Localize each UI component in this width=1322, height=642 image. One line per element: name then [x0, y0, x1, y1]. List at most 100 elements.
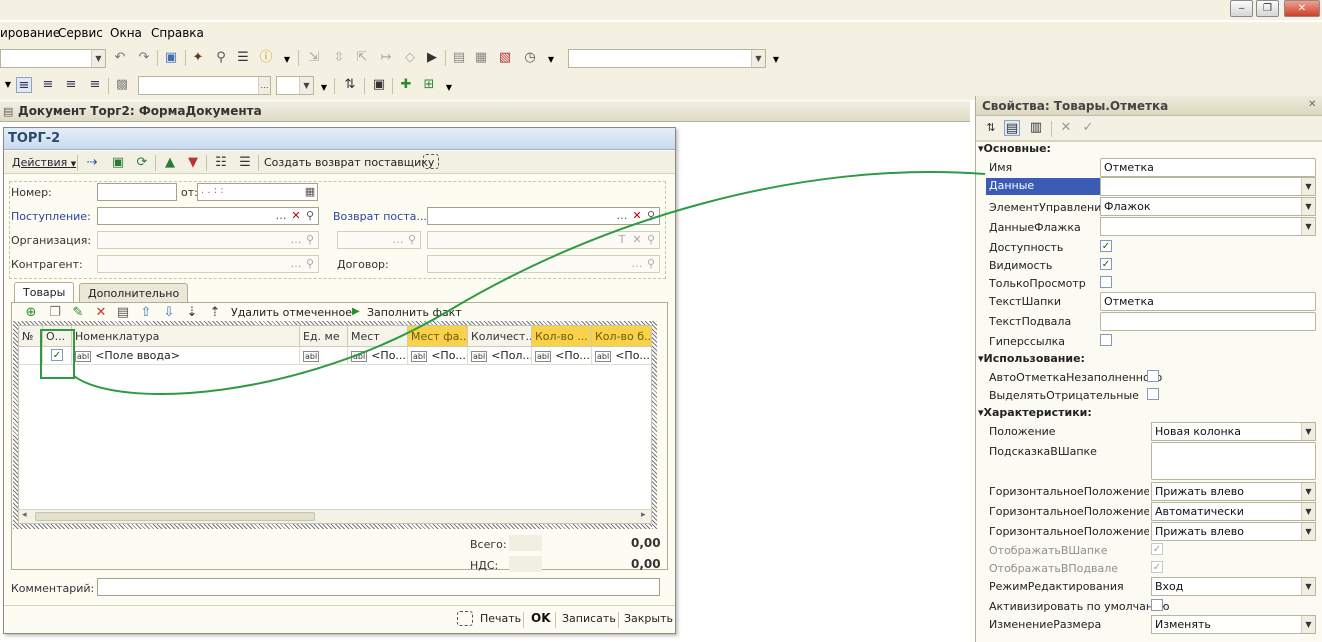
scroll-right-icon[interactable]: ▸ — [641, 510, 646, 520]
prop-control-select[interactable]: Флажок ▼ — [1100, 197, 1316, 216]
clear-icon[interactable]: ✕ — [630, 232, 644, 248]
organization-field[interactable]: … ⚲ — [97, 231, 319, 249]
prop-checkbox-data-select[interactable]: ▼ — [1100, 217, 1316, 236]
create-return-button[interactable]: Создать возврат поставщику — [264, 156, 434, 169]
scroll-left-icon[interactable]: ◂ — [22, 510, 27, 520]
report-icon[interactable]: ▦ — [473, 50, 489, 66]
goods-table[interactable]: № О... Номенклатура Ед. ме Мест Мест фа.… — [18, 325, 652, 524]
menu-item-help[interactable]: Справка — [151, 26, 204, 40]
form-icon[interactable]: ▣ — [371, 77, 387, 93]
list-icon[interactable]: ☰ — [235, 50, 251, 66]
table-cell[interactable]: abl <Поле ввода> — [72, 347, 300, 365]
table-cell[interactable]: abl <По... — [592, 347, 651, 365]
column-header-qty-fact[interactable]: Кол-во ... — [532, 326, 592, 347]
column-header-quantity[interactable]: Количест... — [468, 326, 532, 347]
select-icon[interactable]: … — [615, 208, 629, 224]
fill-fact-button[interactable]: Заполнить факт — [367, 306, 462, 319]
prop-activate-default-checkbox[interactable] — [1151, 599, 1163, 611]
prop-visible-checkbox[interactable]: ✓ — [1100, 258, 1112, 270]
save-button[interactable]: Записать — [562, 612, 616, 625]
counterparty-field[interactable]: … ⚲ — [97, 255, 319, 273]
tab-additional[interactable]: Дополнительно — [79, 283, 189, 303]
section-usage[interactable]: ▾Использование: — [978, 352, 1085, 365]
prop-resize-select[interactable]: Изменять ▼ — [1151, 615, 1316, 634]
align-justify-icon[interactable]: ≡ — [87, 77, 103, 93]
print-button[interactable]: Печать — [480, 612, 521, 625]
actions-menu[interactable]: Действия ▼ — [12, 156, 76, 169]
table-cell[interactable]: abl <По... — [408, 347, 468, 365]
select-icon[interactable]: … — [391, 232, 405, 248]
toolbar-combo-right[interactable]: ▼ — [568, 49, 766, 68]
prop-auto-mark-checkbox[interactable] — [1147, 370, 1159, 382]
column-header-qty-b[interactable]: Кол-во б... — [592, 326, 651, 347]
select-icon[interactable]: … — [630, 256, 644, 272]
menu-item-service[interactable]: Сервис — [58, 26, 103, 40]
delete-marked-button[interactable]: Удалить отмеченное — [231, 306, 352, 319]
open-icon[interactable]: ⚲ — [644, 208, 658, 224]
clear-icon[interactable]: ✕ — [289, 208, 303, 224]
menu-item-windows[interactable]: Окна — [110, 26, 142, 40]
size-combo[interactable]: ▼ — [276, 76, 314, 95]
align-center-icon[interactable]: ≡ — [40, 77, 56, 93]
calendar-icon[interactable]: ▦ — [303, 184, 317, 200]
chevron-down-icon[interactable]: ▼ — [279, 52, 295, 68]
section-main[interactable]: ▾Основные: — [978, 142, 1051, 155]
edit-row-icon[interactable]: ✎ — [70, 305, 86, 321]
prop-enabled-checkbox[interactable]: ✓ — [1100, 240, 1112, 252]
number-field[interactable] — [97, 183, 177, 201]
receipt-field[interactable]: … ✕ ⚲ — [97, 207, 319, 225]
chevron-down-icon[interactable]: ▼ — [316, 80, 332, 96]
prop-readonly-checkbox[interactable] — [1100, 276, 1112, 288]
table-cell[interactable]: abl <По... — [532, 347, 592, 365]
close-window-button[interactable]: ✕ — [1284, 0, 1320, 17]
chevron-down-icon[interactable]: ▼ — [768, 52, 784, 68]
horizontal-scrollbar[interactable]: ◂ ▸ — [19, 509, 651, 523]
prop-highlight-negative-checkbox[interactable] — [1147, 388, 1159, 400]
post-icon[interactable]: ▲ — [162, 155, 178, 171]
secondary-field[interactable]: … ⚲ — [337, 231, 421, 249]
minimize-button[interactable]: ‒ — [1230, 0, 1253, 17]
categories-icon[interactable]: ▤ — [1004, 120, 1020, 136]
prop-name-input[interactable]: Отметка — [1100, 158, 1316, 177]
table-cell-mark[interactable]: ✓ — [43, 347, 72, 365]
movements-icon[interactable]: ▣ — [110, 155, 126, 171]
open-icon[interactable]: ⚲ — [303, 208, 317, 224]
section-characteristics[interactable]: ▾Характеристики: — [978, 406, 1092, 419]
tab-order-icon[interactable]: ⇅ — [342, 77, 358, 93]
frame-icon[interactable]: ▩ — [114, 77, 130, 93]
open-icon[interactable]: ⚲ — [644, 256, 658, 272]
config-icon[interactable]: ▧ — [497, 50, 513, 66]
restore-button[interactable]: ❐ — [1256, 0, 1279, 17]
open-icon[interactable]: ⚲ — [405, 232, 419, 248]
prop-hyperlink-checkbox[interactable] — [1100, 334, 1112, 346]
prop-footer-text-input[interactable] — [1100, 312, 1316, 331]
table-cell[interactable]: abl — [300, 347, 348, 365]
chevron-down-icon[interactable]: ▼ — [441, 80, 457, 96]
column-header-places[interactable]: Мест — [348, 326, 408, 347]
column-header-unit[interactable]: Ед. ме — [300, 326, 348, 347]
menu-item-operations[interactable]: ирование — [0, 26, 60, 40]
move-down-icon[interactable]: ⇩ — [161, 305, 177, 321]
prop-edit-mode-select[interactable]: Вход ▼ — [1151, 577, 1316, 596]
font-combo[interactable]: … — [138, 76, 271, 95]
chevron-down-icon[interactable]: ▼ — [543, 52, 559, 68]
text-icon[interactable]: T — [615, 232, 629, 248]
structure-icon[interactable]: ☷ — [213, 155, 229, 171]
toolbar-combo-left[interactable]: ▼ — [0, 49, 106, 68]
info-icon[interactable]: ⓘ — [258, 50, 274, 66]
select-icon[interactable]: … — [289, 256, 303, 272]
close-button[interactable]: Закрыть — [624, 612, 673, 625]
prop-header-hint-input[interactable] — [1151, 442, 1316, 480]
prop-halign-column-select[interactable]: Автоматически ▼ — [1151, 502, 1316, 521]
align-right-icon[interactable]: ≡ — [63, 77, 79, 93]
prop-data-select[interactable]: ▼ — [1100, 177, 1316, 196]
sort-alpha-icon[interactable]: ⇅ — [983, 120, 999, 136]
align-left-icon[interactable]: ≡ — [16, 77, 32, 93]
column-header-number[interactable]: № — [19, 326, 43, 347]
wizard-icon[interactable]: ✦ — [190, 50, 206, 66]
prop-halign-header-select[interactable]: Прижать влево ▼ — [1151, 482, 1316, 501]
move-up-icon[interactable]: ⇧ — [138, 305, 154, 321]
table-cell[interactable]: abl <Пол... — [468, 347, 532, 365]
ok-button[interactable]: OK — [531, 611, 551, 625]
comment-field[interactable] — [97, 578, 660, 596]
